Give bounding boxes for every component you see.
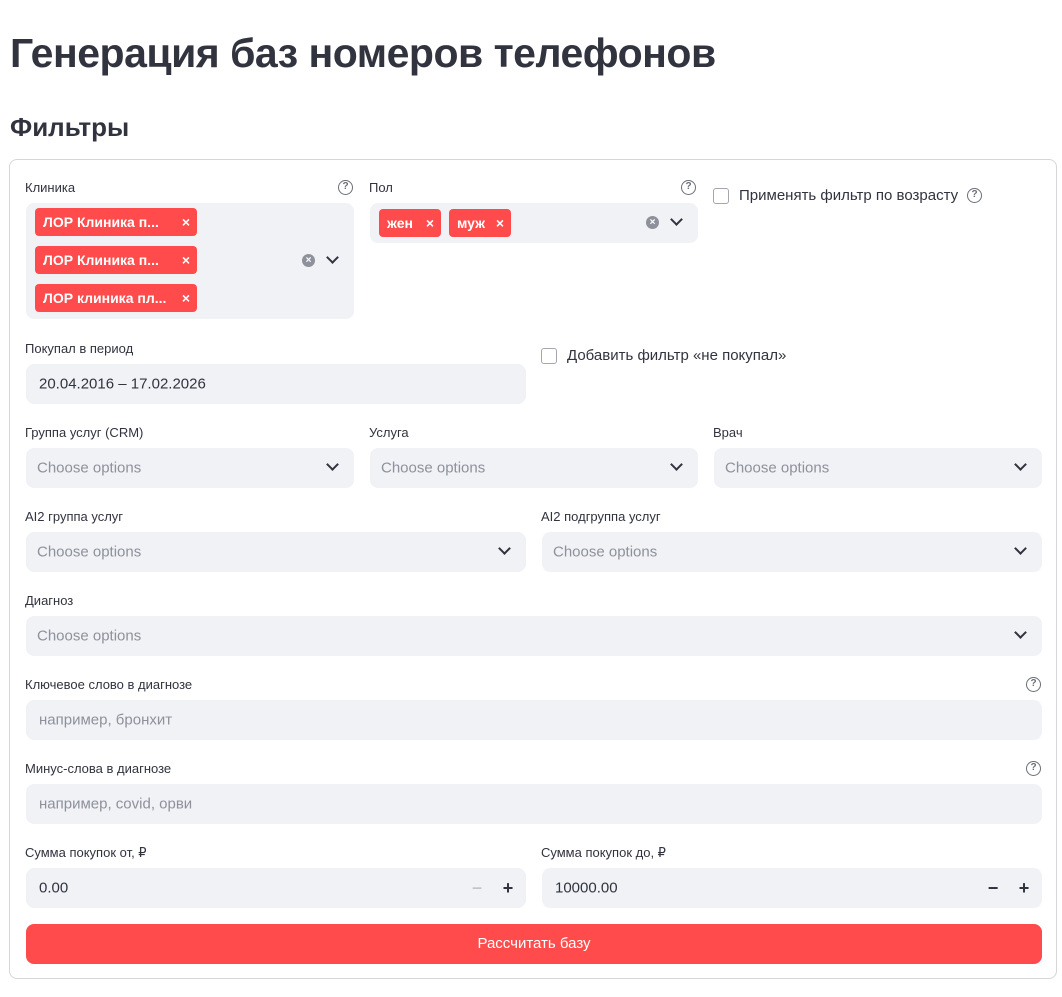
chevron-down-icon[interactable] — [1014, 626, 1027, 639]
service-group-crm-select[interactable]: Choose options — [26, 448, 354, 488]
service-select[interactable]: Choose options — [370, 448, 698, 488]
chevron-down-icon[interactable] — [1014, 458, 1027, 471]
clinic-multiselect[interactable]: ЛОР Клиника п... × ЛОР Клиника п... × ЛО… — [26, 203, 354, 319]
gender-tag: жен × — [379, 209, 441, 237]
keyword-help-icon[interactable]: ? — [1026, 677, 1041, 692]
period-date-input[interactable]: 20.04.2016 – 17.02.2026 — [26, 364, 526, 404]
placeholder: например, covid, орви — [39, 795, 193, 813]
ai2-subgroup-select[interactable]: Choose options — [542, 532, 1042, 572]
gender-help-icon[interactable]: ? — [681, 180, 696, 195]
tag-remove-icon[interactable]: × — [496, 209, 504, 237]
page-title: Генерация баз номеров телефонов — [10, 30, 716, 76]
minus-words-label: Минус-слова в диагнозе — [25, 761, 172, 776]
sum-from-label: Сумма покупок от, ₽ — [25, 845, 147, 860]
tag-remove-icon[interactable]: × — [182, 208, 190, 236]
sum-to-number-input[interactable]: 10000.00 − + — [542, 868, 1042, 908]
sum-to-value: 10000.00 — [555, 879, 618, 897]
period-label: Покупал в период — [25, 341, 134, 356]
keyword-label: Ключевое слово в диагнозе — [25, 677, 193, 692]
clinic-tag: ЛОР Клиника п... × — [35, 246, 197, 274]
filters-form: Клиника ? ЛОР Клиника п... × ЛОР Клиника… — [9, 159, 1057, 979]
clear-all-icon[interactable]: × — [302, 254, 315, 267]
period-value: 20.04.2016 – 17.02.2026 — [39, 375, 206, 393]
chevron-down-icon[interactable] — [326, 458, 339, 471]
diagnosis-label: Диагноз — [25, 593, 74, 608]
chevron-down-icon[interactable] — [498, 542, 511, 555]
keyword-input[interactable]: например, бронхит — [26, 700, 1042, 740]
service-group-crm-label: Группа услуг (CRM) — [25, 425, 144, 440]
clinic-tag: ЛОР Клиника п... × — [35, 208, 197, 236]
sum-from-number-input[interactable]: 0.00 − + — [26, 868, 526, 908]
tag-remove-icon[interactable]: × — [182, 246, 190, 274]
service-label: Услуга — [369, 425, 409, 440]
diagnosis-select[interactable]: Choose options — [26, 616, 1042, 656]
not-bought-checkbox[interactable] — [541, 348, 557, 364]
gender-multiselect[interactable]: жен × муж × × — [370, 203, 698, 243]
decrement-button[interactable]: − — [983, 878, 1003, 898]
ai2-group-select[interactable]: Choose options — [26, 532, 526, 572]
gender-label: Пол — [369, 180, 393, 195]
chevron-down-icon[interactable] — [670, 213, 683, 226]
tag-remove-icon[interactable]: × — [182, 284, 190, 312]
not-bought-label[interactable]: Добавить фильтр «не покупал» — [567, 347, 786, 364]
clinic-help-icon[interactable]: ? — [338, 180, 353, 195]
placeholder: Choose options — [725, 459, 830, 477]
chevron-down-icon[interactable] — [670, 458, 683, 471]
age-filter-checkbox[interactable] — [713, 188, 729, 204]
doctor-label: Врач — [713, 425, 743, 440]
minus-words-help-icon[interactable]: ? — [1026, 761, 1041, 776]
clear-all-icon[interactable]: × — [646, 216, 659, 229]
sum-from-value: 0.00 — [39, 879, 69, 897]
chevron-down-icon[interactable] — [1014, 542, 1027, 555]
age-filter-help-icon[interactable]: ? — [967, 188, 982, 203]
ai2-subgroup-label: AI2 подгруппа услуг — [541, 509, 661, 524]
minus-words-input[interactable]: например, covid, орви — [26, 784, 1042, 824]
doctor-select[interactable]: Choose options — [714, 448, 1042, 488]
placeholder: Choose options — [37, 459, 142, 477]
increment-button[interactable]: + — [498, 878, 518, 898]
increment-button[interactable]: + — [1014, 878, 1034, 898]
age-filter-label[interactable]: Применять фильтр по возрасту — [739, 187, 958, 204]
placeholder: Choose options — [381, 459, 486, 477]
placeholder: Choose options — [37, 543, 142, 561]
gender-tag: муж × — [449, 209, 511, 237]
tag-remove-icon[interactable]: × — [426, 209, 434, 237]
section-title: Фильтры — [10, 112, 130, 142]
decrement-button[interactable]: − — [467, 878, 487, 898]
clinic-tag: ЛОР клиника пл... × — [35, 284, 197, 312]
calculate-base-button[interactable]: Рассчитать базу — [26, 924, 1042, 964]
placeholder: Choose options — [553, 543, 658, 561]
placeholder: например, бронхит — [39, 711, 173, 729]
placeholder: Choose options — [37, 627, 142, 645]
chevron-down-icon[interactable] — [326, 251, 339, 264]
ai2-group-label: AI2 группа услуг — [25, 509, 124, 524]
sum-to-label: Сумма покупок до, ₽ — [541, 845, 666, 860]
clinic-label: Клиника — [25, 180, 76, 195]
